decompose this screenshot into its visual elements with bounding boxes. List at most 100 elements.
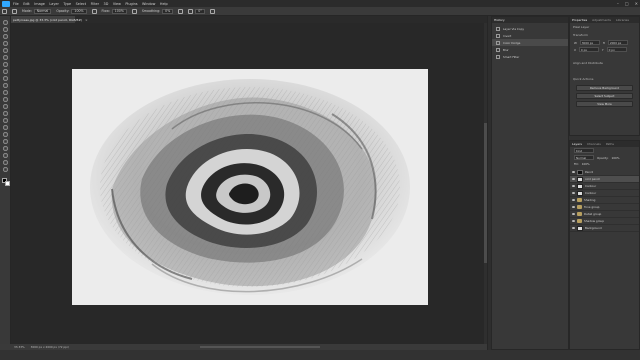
menu-item-window[interactable]: Window bbox=[142, 2, 155, 6]
angle-field[interactable]: 0° bbox=[195, 8, 205, 14]
history-item[interactable]: Color Dodge bbox=[492, 39, 568, 46]
visibility-eye-icon[interactable] bbox=[572, 192, 575, 194]
document-tab[interactable]: pettyrosas.jpg @ 33.3% (cold pencil, RGB… bbox=[11, 16, 88, 23]
zoom-icon[interactable] bbox=[3, 160, 8, 165]
crop-icon[interactable] bbox=[3, 48, 8, 53]
visibility-eye-icon[interactable] bbox=[572, 199, 575, 201]
layer-row[interactable]: cold pencil bbox=[570, 176, 639, 183]
frame-icon[interactable] bbox=[3, 55, 8, 60]
tab-properties[interactable]: Properties bbox=[572, 18, 587, 22]
smoothing-field[interactable]: 0% bbox=[162, 8, 174, 14]
document-info[interactable]: 3000 px x 2000 px (72 ppi) bbox=[31, 345, 69, 349]
layer-opacity-field[interactable]: 100% bbox=[612, 156, 620, 160]
x-field[interactable]: 0 px bbox=[578, 47, 599, 52]
quick-actions-label[interactable]: Quick Actions bbox=[570, 75, 639, 83]
opacity-field[interactable]: 100% bbox=[71, 8, 87, 14]
layer-row[interactable]: Background bbox=[570, 225, 639, 232]
mode-select[interactable]: Normal bbox=[33, 8, 52, 14]
menu-item-layer[interactable]: Layer bbox=[49, 2, 58, 6]
menu-item-file[interactable]: File bbox=[13, 2, 19, 6]
height-field[interactable]: 2000 px bbox=[607, 40, 628, 45]
menu-item-3d[interactable]: 3D bbox=[104, 2, 109, 6]
layer-row[interactable]: Shadow group bbox=[570, 218, 639, 225]
layer-row[interactable]: Tone group bbox=[570, 204, 639, 211]
rectangle-icon[interactable] bbox=[3, 146, 8, 151]
menu-item-help[interactable]: Help bbox=[160, 2, 168, 6]
history-brush-icon[interactable] bbox=[3, 90, 8, 95]
tab-layers[interactable]: Layers bbox=[572, 142, 582, 146]
transform-section-label[interactable]: Transform bbox=[570, 31, 639, 39]
flow-field[interactable]: 100% bbox=[111, 8, 127, 14]
blend-mode-select[interactable]: Normal bbox=[574, 155, 594, 160]
symmetry-button[interactable] bbox=[209, 8, 215, 14]
menu-item-edit[interactable]: Edit bbox=[23, 2, 30, 6]
pressure-opacity-toggle[interactable] bbox=[91, 8, 97, 14]
history-item[interactable]: Blur bbox=[492, 46, 568, 53]
rose-pencil-sketch-image[interactable] bbox=[72, 69, 428, 305]
remove-background-button[interactable]: Remove Background bbox=[576, 85, 633, 91]
visibility-eye-icon[interactable] bbox=[572, 178, 575, 180]
move-icon[interactable] bbox=[3, 20, 8, 25]
history-item[interactable]: Smart Filter bbox=[492, 53, 568, 60]
layer-row[interactable]: Contour bbox=[570, 190, 639, 197]
clone-stamp-icon[interactable] bbox=[3, 83, 8, 88]
lasso-icon[interactable] bbox=[3, 34, 8, 39]
layer-row[interactable]: Shading bbox=[570, 197, 639, 204]
view-more-button[interactable]: View More bbox=[576, 101, 633, 107]
menu-item-filter[interactable]: Filter bbox=[91, 2, 99, 6]
zoom-level[interactable]: 33.33% bbox=[14, 345, 25, 349]
visibility-eye-icon[interactable] bbox=[572, 171, 575, 173]
quick-select-icon[interactable] bbox=[3, 41, 8, 46]
pen-icon[interactable] bbox=[3, 125, 8, 130]
path-select-icon[interactable] bbox=[3, 139, 8, 144]
horizontal-scrollbar-thumb[interactable] bbox=[200, 346, 320, 348]
select-subject-button[interactable]: Select Subject bbox=[576, 93, 633, 99]
align-section-label[interactable]: Align and Distribute bbox=[570, 59, 639, 67]
visibility-eye-icon[interactable] bbox=[572, 220, 575, 222]
history-item[interactable]: Invert bbox=[492, 32, 568, 39]
photoshop-logo-icon[interactable] bbox=[2, 0, 10, 7]
eraser-icon[interactable] bbox=[3, 97, 8, 102]
healing-brush-icon[interactable] bbox=[3, 69, 8, 74]
layer-row[interactable]: Contour bbox=[570, 183, 639, 190]
y-field[interactable]: 0 px bbox=[606, 47, 627, 52]
brush-size-picker[interactable] bbox=[12, 8, 17, 14]
marquee-icon[interactable] bbox=[3, 27, 8, 32]
layer-fill-field[interactable]: 100% bbox=[582, 162, 590, 166]
eyedropper-icon[interactable] bbox=[3, 62, 8, 67]
gradient-icon[interactable] bbox=[3, 104, 8, 109]
tab-history[interactable]: History bbox=[494, 18, 505, 22]
tab-libraries[interactable]: Libraries bbox=[616, 18, 629, 22]
menu-item-type[interactable]: Type bbox=[63, 2, 71, 6]
menu-item-plugins[interactable]: Plugins bbox=[125, 2, 137, 6]
menu-item-select[interactable]: Select bbox=[76, 2, 86, 6]
visibility-eye-icon[interactable] bbox=[572, 185, 575, 187]
canvas-area[interactable] bbox=[11, 23, 487, 344]
dodge-icon[interactable] bbox=[3, 118, 8, 123]
minimize-button[interactable]: – bbox=[617, 1, 619, 6]
tab-channels[interactable]: Channels bbox=[587, 142, 601, 146]
brush-icon[interactable] bbox=[3, 76, 8, 81]
hand-icon[interactable] bbox=[3, 153, 8, 158]
visibility-eye-icon[interactable] bbox=[572, 227, 575, 229]
maximize-button[interactable]: □ bbox=[625, 1, 629, 6]
airbrush-toggle[interactable] bbox=[131, 8, 137, 14]
tab-paths[interactable]: Paths bbox=[606, 142, 614, 146]
menu-item-view[interactable]: View bbox=[113, 2, 121, 6]
more-tools-icon[interactable] bbox=[3, 167, 8, 172]
tab-adjustments[interactable]: Adjustments bbox=[592, 18, 611, 22]
close-window-button[interactable]: ✕ bbox=[635, 1, 638, 6]
width-field[interactable]: 3000 px bbox=[579, 40, 600, 45]
type-icon[interactable] bbox=[3, 132, 8, 137]
visibility-eye-icon[interactable] bbox=[572, 206, 575, 208]
visibility-eye-icon[interactable] bbox=[572, 213, 575, 215]
tool-preset-picker[interactable] bbox=[2, 8, 7, 14]
menu-item-image[interactable]: Image bbox=[34, 2, 45, 6]
layer-row[interactable]: Detail group bbox=[570, 211, 639, 218]
close-tab-icon[interactable]: × bbox=[85, 18, 88, 22]
background-color-swatch[interactable] bbox=[5, 181, 10, 186]
history-item[interactable]: Layer Via Copy bbox=[492, 25, 568, 32]
blur-icon[interactable] bbox=[3, 111, 8, 116]
layer-row[interactable]: Pencil bbox=[570, 169, 639, 176]
smoothing-settings-button[interactable] bbox=[178, 8, 184, 14]
